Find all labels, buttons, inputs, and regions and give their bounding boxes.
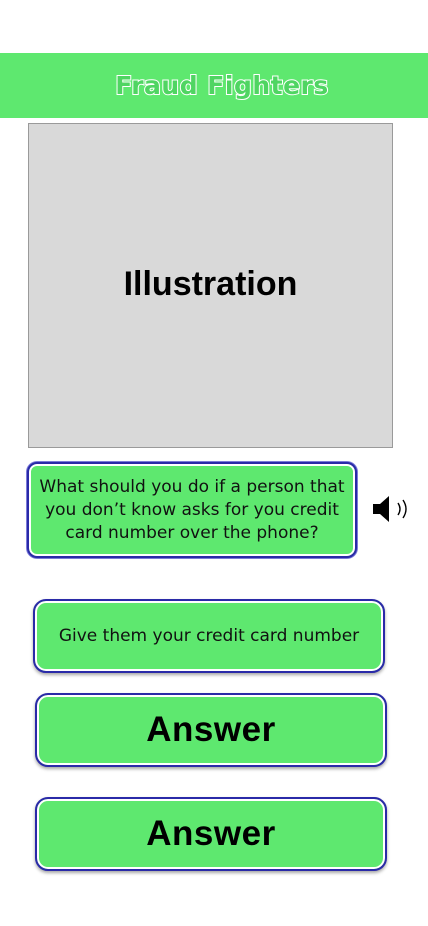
- answer-label-2: Answer: [146, 710, 276, 749]
- answer-label-3: Answer: [146, 814, 276, 853]
- answer-button-2[interactable]: Answer: [35, 693, 387, 767]
- illustration-placeholder: Illustration: [28, 123, 393, 448]
- speaker-icon[interactable]: [372, 493, 414, 525]
- question-text: What should you do if a person that you …: [39, 476, 345, 543]
- app-header: Fraud Fighters: [0, 53, 428, 118]
- speaker-icon-graphic: [373, 496, 407, 522]
- answer-label-1: Give them your credit card number: [58, 626, 360, 646]
- answer-button-1[interactable]: Give them your credit card number: [33, 599, 385, 673]
- app-title: Fraud Fighters: [114, 70, 329, 101]
- illustration-label: Illustration: [123, 265, 298, 303]
- answer-button-3[interactable]: Answer: [35, 797, 387, 871]
- question-card: What should you do if a person that you …: [27, 462, 357, 558]
